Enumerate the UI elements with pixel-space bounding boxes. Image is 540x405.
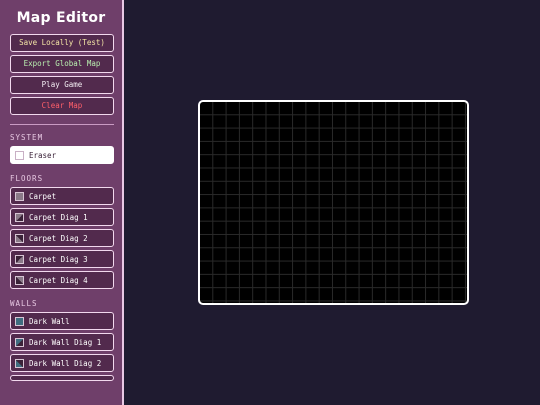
tile-label: Carpet Diag 3 [29, 254, 88, 264]
tile-label: Dark Wall [29, 316, 70, 326]
tile-carpet[interactable]: Carpet [10, 187, 114, 205]
save-locally-button[interactable]: Save Locally (Test) [10, 34, 114, 52]
tile-label: Carpet Diag 1 [29, 212, 88, 222]
dark-wall-diag-swatch-icon [15, 358, 24, 368]
tile-label: Carpet Diag 4 [29, 275, 88, 285]
map-canvas-grid[interactable] [198, 100, 469, 305]
tile-dark-wall[interactable]: Dark Wall [10, 312, 114, 330]
tile-carpet-diag-4[interactable]: Carpet Diag 4 [10, 271, 114, 289]
tile-label: Dark Wall Diag 2 [29, 358, 102, 368]
tile-carpet-diag-2[interactable]: Carpet Diag 2 [10, 229, 114, 247]
tile-dark-wall-diag-2[interactable]: Dark Wall Diag 2 [10, 354, 114, 372]
tile-label: Carpet [29, 191, 57, 201]
tile-label: Eraser [29, 150, 57, 160]
export-global-map-button[interactable]: Export Global Map [10, 55, 114, 73]
carpet-diag-swatch-icon [15, 233, 24, 243]
clear-map-button[interactable]: Clear Map [10, 97, 114, 115]
tile-label: Carpet Diag 2 [29, 233, 88, 243]
carpet-diag-swatch-icon [15, 254, 24, 264]
carpet-diag-swatch-icon [15, 212, 24, 222]
tile-eraser[interactable]: Eraser [10, 146, 114, 164]
tile-dark-wall-diag-1[interactable]: Dark Wall Diag 1 [10, 333, 114, 351]
carpet-swatch-icon [15, 191, 24, 201]
carpet-diag-swatch-icon [15, 275, 24, 285]
dark-wall-swatch-icon [15, 316, 24, 326]
system-section-label: SYSTEM [10, 133, 44, 142]
floors-section-label: FLOORS [10, 174, 44, 183]
tile-next-partial[interactable] [10, 375, 114, 381]
sidebar-divider [10, 124, 114, 125]
editor-title: Map Editor [16, 10, 106, 26]
walls-section-label: WALLS [10, 299, 38, 308]
eraser-swatch-icon [15, 150, 24, 160]
sidebar: Map Editor Save Locally (Test) Export Gl… [0, 0, 124, 405]
tile-carpet-diag-3[interactable]: Carpet Diag 3 [10, 250, 114, 268]
tile-carpet-diag-1[interactable]: Carpet Diag 1 [10, 208, 114, 226]
dark-wall-diag-swatch-icon [15, 337, 24, 347]
play-game-button[interactable]: Play Game [10, 76, 114, 94]
tile-label: Dark Wall Diag 1 [29, 337, 102, 347]
